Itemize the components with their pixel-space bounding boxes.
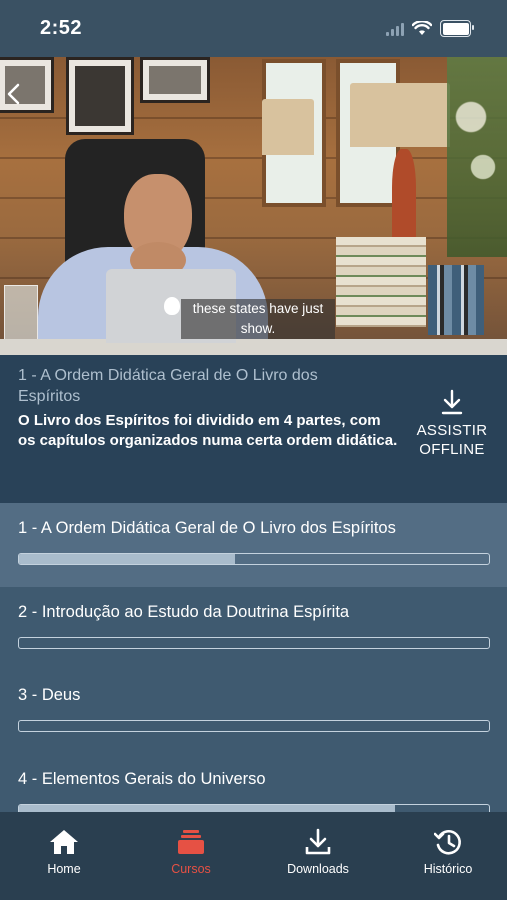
- courses-icon: [178, 830, 204, 854]
- status-time: 2:52: [40, 17, 83, 39]
- home-icon: [50, 830, 78, 854]
- tab-downloads[interactable]: Downloads: [268, 828, 368, 876]
- lesson-list: 1 - A Ordem Didática Geral de O Livro do…: [0, 503, 507, 813]
- back-chevron-icon[interactable]: [2, 81, 28, 107]
- lesson-item[interactable]: 3 - Deus: [0, 670, 507, 754]
- lesson-item[interactable]: 2 - Introdução ao Estudo da Doutrina Esp…: [0, 587, 507, 671]
- lesson-item-label: 1 - A Ordem Didática Geral de O Livro do…: [18, 519, 396, 537]
- lesson-title: 1 - A Ordem Didática Geral de O Livro do…: [18, 367, 318, 405]
- watch-offline-label: ASSISTIR OFFLINE: [416, 422, 488, 458]
- download-icon: [441, 389, 463, 415]
- lamp: [262, 99, 314, 155]
- books: [336, 237, 426, 327]
- wall-portrait: [66, 57, 134, 135]
- cellular-signal-icon: [386, 22, 404, 36]
- lesson-progress-bar: [18, 553, 490, 565]
- tab-label: Cursos: [171, 862, 211, 876]
- lesson-item-label: 4 - Elementos Gerais do Universo: [18, 769, 266, 788]
- tab-home[interactable]: Home: [14, 828, 114, 876]
- tab-courses[interactable]: Cursos: [141, 828, 241, 876]
- glass: [4, 285, 38, 347]
- plant: [447, 57, 507, 257]
- status-icons: [386, 20, 474, 37]
- watch-offline-button[interactable]: ASSISTIR OFFLINE: [410, 389, 494, 469]
- lamp: [350, 83, 450, 147]
- lesson-item-label: 2 - Introdução ao Estudo da Doutrina Esp…: [18, 602, 350, 621]
- desk: [0, 339, 507, 355]
- books: [428, 265, 484, 335]
- tab-history[interactable]: Histórico: [398, 828, 498, 876]
- tab-label: Home: [47, 862, 81, 876]
- wall-picture: [140, 57, 210, 103]
- video-player[interactable]: these states have just show.: [0, 57, 507, 355]
- video-subtitle: these states have just show.: [181, 299, 335, 339]
- history-icon: [434, 830, 461, 855]
- lesson-progress-bar: [18, 636, 490, 649]
- battery-icon: [440, 20, 474, 37]
- lesson-description: O Livro dos Espíritos foi dividido em 4 …: [18, 412, 398, 449]
- download-icon: [305, 828, 331, 855]
- status-bar: 2:52: [0, 0, 507, 57]
- lesson-item[interactable]: 1 - A Ordem Didática Geral de O Livro do…: [0, 503, 507, 587]
- tab-bar: Home Cursos Downloads Histórico: [0, 812, 507, 900]
- lesson-item[interactable]: 4 - Elementos Gerais do Universo: [0, 754, 507, 813]
- lesson-info-panel: 1 - A Ordem Didática Geral de O Livro do…: [0, 355, 507, 503]
- wifi-icon: [412, 21, 432, 35]
- tab-label: Downloads: [287, 862, 349, 876]
- lesson-item-label: 3 - Deus: [18, 686, 81, 704]
- lesson-progress-bar: [18, 720, 490, 732]
- tab-label: Histórico: [423, 862, 473, 876]
